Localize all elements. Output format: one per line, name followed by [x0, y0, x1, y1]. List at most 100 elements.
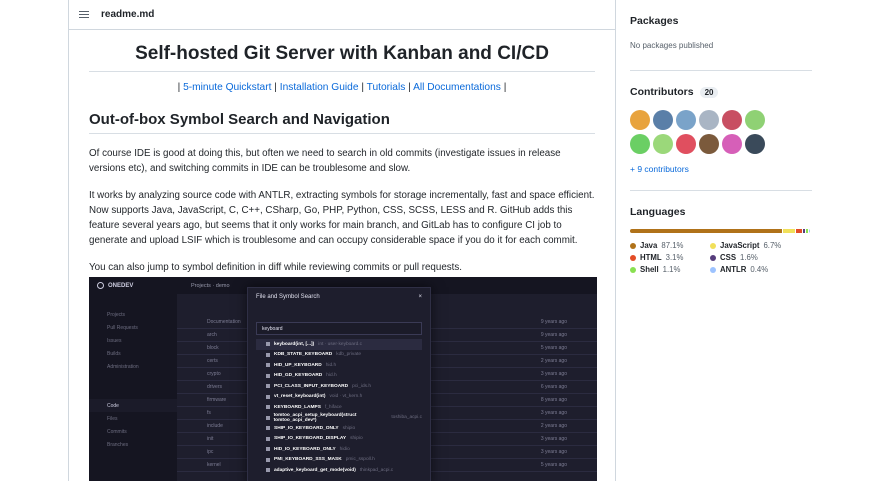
- shot-sidebar-item[interactable]: Projects: [89, 308, 177, 321]
- contributor-avatar[interactable]: [722, 134, 742, 154]
- doc-links: | 5-minute Quickstart | Installation Gui…: [177, 82, 507, 93]
- language-dot-icon: [630, 242, 636, 249]
- result-name: tomtoo_acpi_setup_keyboard(struct tomtoo…: [273, 412, 357, 423]
- shot-sidebar-item[interactable]: Administration: [89, 360, 177, 373]
- file-name: fs: [207, 410, 211, 416]
- search-result[interactable]: PMI_KEYBOARD_SSS_MASK pmic_sspoll.h: [256, 455, 422, 466]
- language-dot-icon: [710, 254, 716, 261]
- list-icon[interactable]: [79, 10, 89, 19]
- language-bar-segment: [802, 229, 806, 233]
- language-item[interactable]: Shell 1.1%: [630, 265, 710, 274]
- symbol-icon: [266, 405, 270, 410]
- file-name: block: [207, 345, 219, 351]
- symbol-icon: [266, 468, 270, 473]
- language-percent: 3.1%: [665, 253, 684, 262]
- language-item[interactable]: ANTLR 0.4%: [710, 265, 800, 274]
- contributor-avatar[interactable]: [676, 134, 696, 154]
- file-name: Documentation: [207, 319, 241, 325]
- symbol-search-input[interactable]: keyboard: [256, 322, 422, 335]
- language-item[interactable]: HTML 3.1%: [630, 253, 710, 262]
- file-time: 3 years ago: [540, 371, 567, 377]
- result-name: HID_IO_KEYBOARD_ONLY: [274, 446, 336, 452]
- search-result[interactable]: vt_reset_keyboard(int) void · vt_kern.h: [256, 392, 422, 403]
- result-path: int · user·keyboard.c: [318, 341, 362, 347]
- language-bar-segment: [796, 229, 802, 233]
- shot-sidebar-item[interactable]: Builds: [89, 347, 177, 360]
- file-name: ipc: [207, 449, 214, 455]
- search-result[interactable]: KEYBOARD_LAMPS f_hiface: [256, 402, 422, 413]
- shot-sidebar: Projects Pull Requests Issues Builds Adminis…: [89, 294, 177, 481]
- contributor-avatar[interactable]: [699, 134, 719, 154]
- close-icon[interactable]: ×: [418, 294, 422, 300]
- contributor-avatar[interactable]: [653, 110, 673, 130]
- readme-panel: readme.md Self-hosted Git Server with Ka…: [68, 0, 616, 481]
- link-installation-guide[interactable]: Installation Guide: [280, 82, 359, 93]
- file-name: drivers: [207, 384, 223, 390]
- language-name: ANTLR: [720, 265, 747, 274]
- file-time: 5 years ago: [540, 462, 567, 468]
- language-item[interactable]: Java 87.1%: [630, 241, 710, 250]
- contributors-heading: Contributors 20: [630, 86, 830, 98]
- result-path: shipio: [350, 436, 363, 442]
- paragraph-2: It works by analyzing source code with A…: [89, 190, 595, 246]
- shot-sidebar-item[interactable]: Files: [89, 412, 177, 425]
- paragraph-1: Of course IDE is good at doing this, but…: [89, 148, 561, 174]
- symbol-icon: [266, 394, 270, 399]
- search-result[interactable]: HID_GD_KEYBOARD hid.h: [256, 371, 422, 382]
- link-quickstart[interactable]: 5-minute Quickstart: [183, 82, 271, 93]
- contributors-title[interactable]: Contributors: [630, 86, 694, 98]
- search-result[interactable]: keyboard(int, [...]) int · user·keyboard.…: [256, 339, 422, 350]
- language-percent: 87.1%: [661, 241, 684, 250]
- shot-sidebar-item[interactable]: Branches: [89, 438, 177, 451]
- search-result[interactable]: SHIP_IO_KEYBOARD_DISPLAY shipio: [256, 434, 422, 445]
- link-tutorials[interactable]: Tutorials: [367, 82, 406, 93]
- contributor-avatar[interactable]: [653, 134, 673, 154]
- search-result[interactable]: KDB_STATE_KEYBOARD kdb_private: [256, 350, 422, 361]
- contributor-avatar[interactable]: [722, 110, 742, 130]
- result-path: pmic_sspoll.h: [345, 457, 375, 463]
- symbol-search-modal: File and Symbol Search × keyboard keyboa…: [247, 287, 431, 481]
- shot-sidebar-item[interactable]: [89, 386, 177, 399]
- shot-sidebar-item[interactable]: [89, 373, 177, 386]
- result-path: hid.h: [326, 373, 337, 379]
- language-percent: 1.6%: [740, 253, 758, 262]
- link-all-documentations[interactable]: All Documentations: [413, 82, 501, 93]
- language-percent: 0.4%: [750, 265, 769, 274]
- contributor-avatar[interactable]: [699, 110, 719, 130]
- contributor-avatar[interactable]: [630, 134, 650, 154]
- search-result[interactable]: adaptive_keyboard_get_mode(void) thinkpad…: [256, 465, 422, 476]
- shot-sidebar-item[interactable]: Commits: [89, 425, 177, 438]
- result-path: void · vt_kern.h: [329, 394, 363, 400]
- result-name: HID_GD_KEYBOARD: [274, 373, 323, 379]
- contributor-avatar[interactable]: [676, 110, 696, 130]
- language-dot-icon: [710, 266, 716, 273]
- contributor-avatar[interactable]: [745, 110, 765, 130]
- readme-file-name[interactable]: readme.md: [101, 9, 154, 20]
- shot-sidebar-item[interactable]: Issues: [89, 334, 177, 347]
- result-path: toshiba_acpi.c: [391, 415, 422, 421]
- file-time: 9 years ago: [540, 319, 567, 325]
- search-result[interactable]: PCI_CLASS_INPUT_KEYBOARD pci_ids.h: [256, 381, 422, 392]
- contributor-avatar[interactable]: [745, 134, 765, 154]
- contributor-avatar[interactable]: [630, 110, 650, 130]
- file-name: firmware: [207, 397, 227, 403]
- search-result[interactable]: SHIP_IO_KEYBOARD_ONLY shipio: [256, 423, 422, 434]
- shot-sidebar-item[interactable]: Pull Requests: [89, 321, 177, 334]
- divider: [630, 190, 812, 191]
- language-bar-segment: [806, 229, 809, 233]
- section-heading: Out-of-box Symbol Search and Navigation: [89, 111, 595, 134]
- packages-title[interactable]: Packages: [630, 15, 830, 27]
- search-result[interactable]: tomtoo_acpi_setup_keyboard(struct tomtoo…: [256, 413, 422, 424]
- language-dot-icon: [710, 242, 716, 249]
- file-time: 5 years ago: [540, 345, 567, 351]
- search-result[interactable]: HID_UP_KEYBOARD hid.h: [256, 360, 422, 371]
- more-contributors-link[interactable]: + 9 contributors: [630, 164, 830, 174]
- search-result[interactable]: HID_IO_KEYBOARD_ONLY hidio: [256, 444, 422, 455]
- language-percent: 6.7%: [763, 241, 782, 250]
- language-item[interactable]: JavaScript 6.7%: [710, 241, 800, 250]
- language-name: CSS: [720, 253, 737, 262]
- language-dot-icon: [630, 266, 636, 273]
- language-item[interactable]: CSS 1.6%: [710, 253, 800, 262]
- shot-sidebar-item[interactable]: Code: [89, 399, 177, 412]
- shot-breadcrumb: Projects · demo: [191, 282, 230, 289]
